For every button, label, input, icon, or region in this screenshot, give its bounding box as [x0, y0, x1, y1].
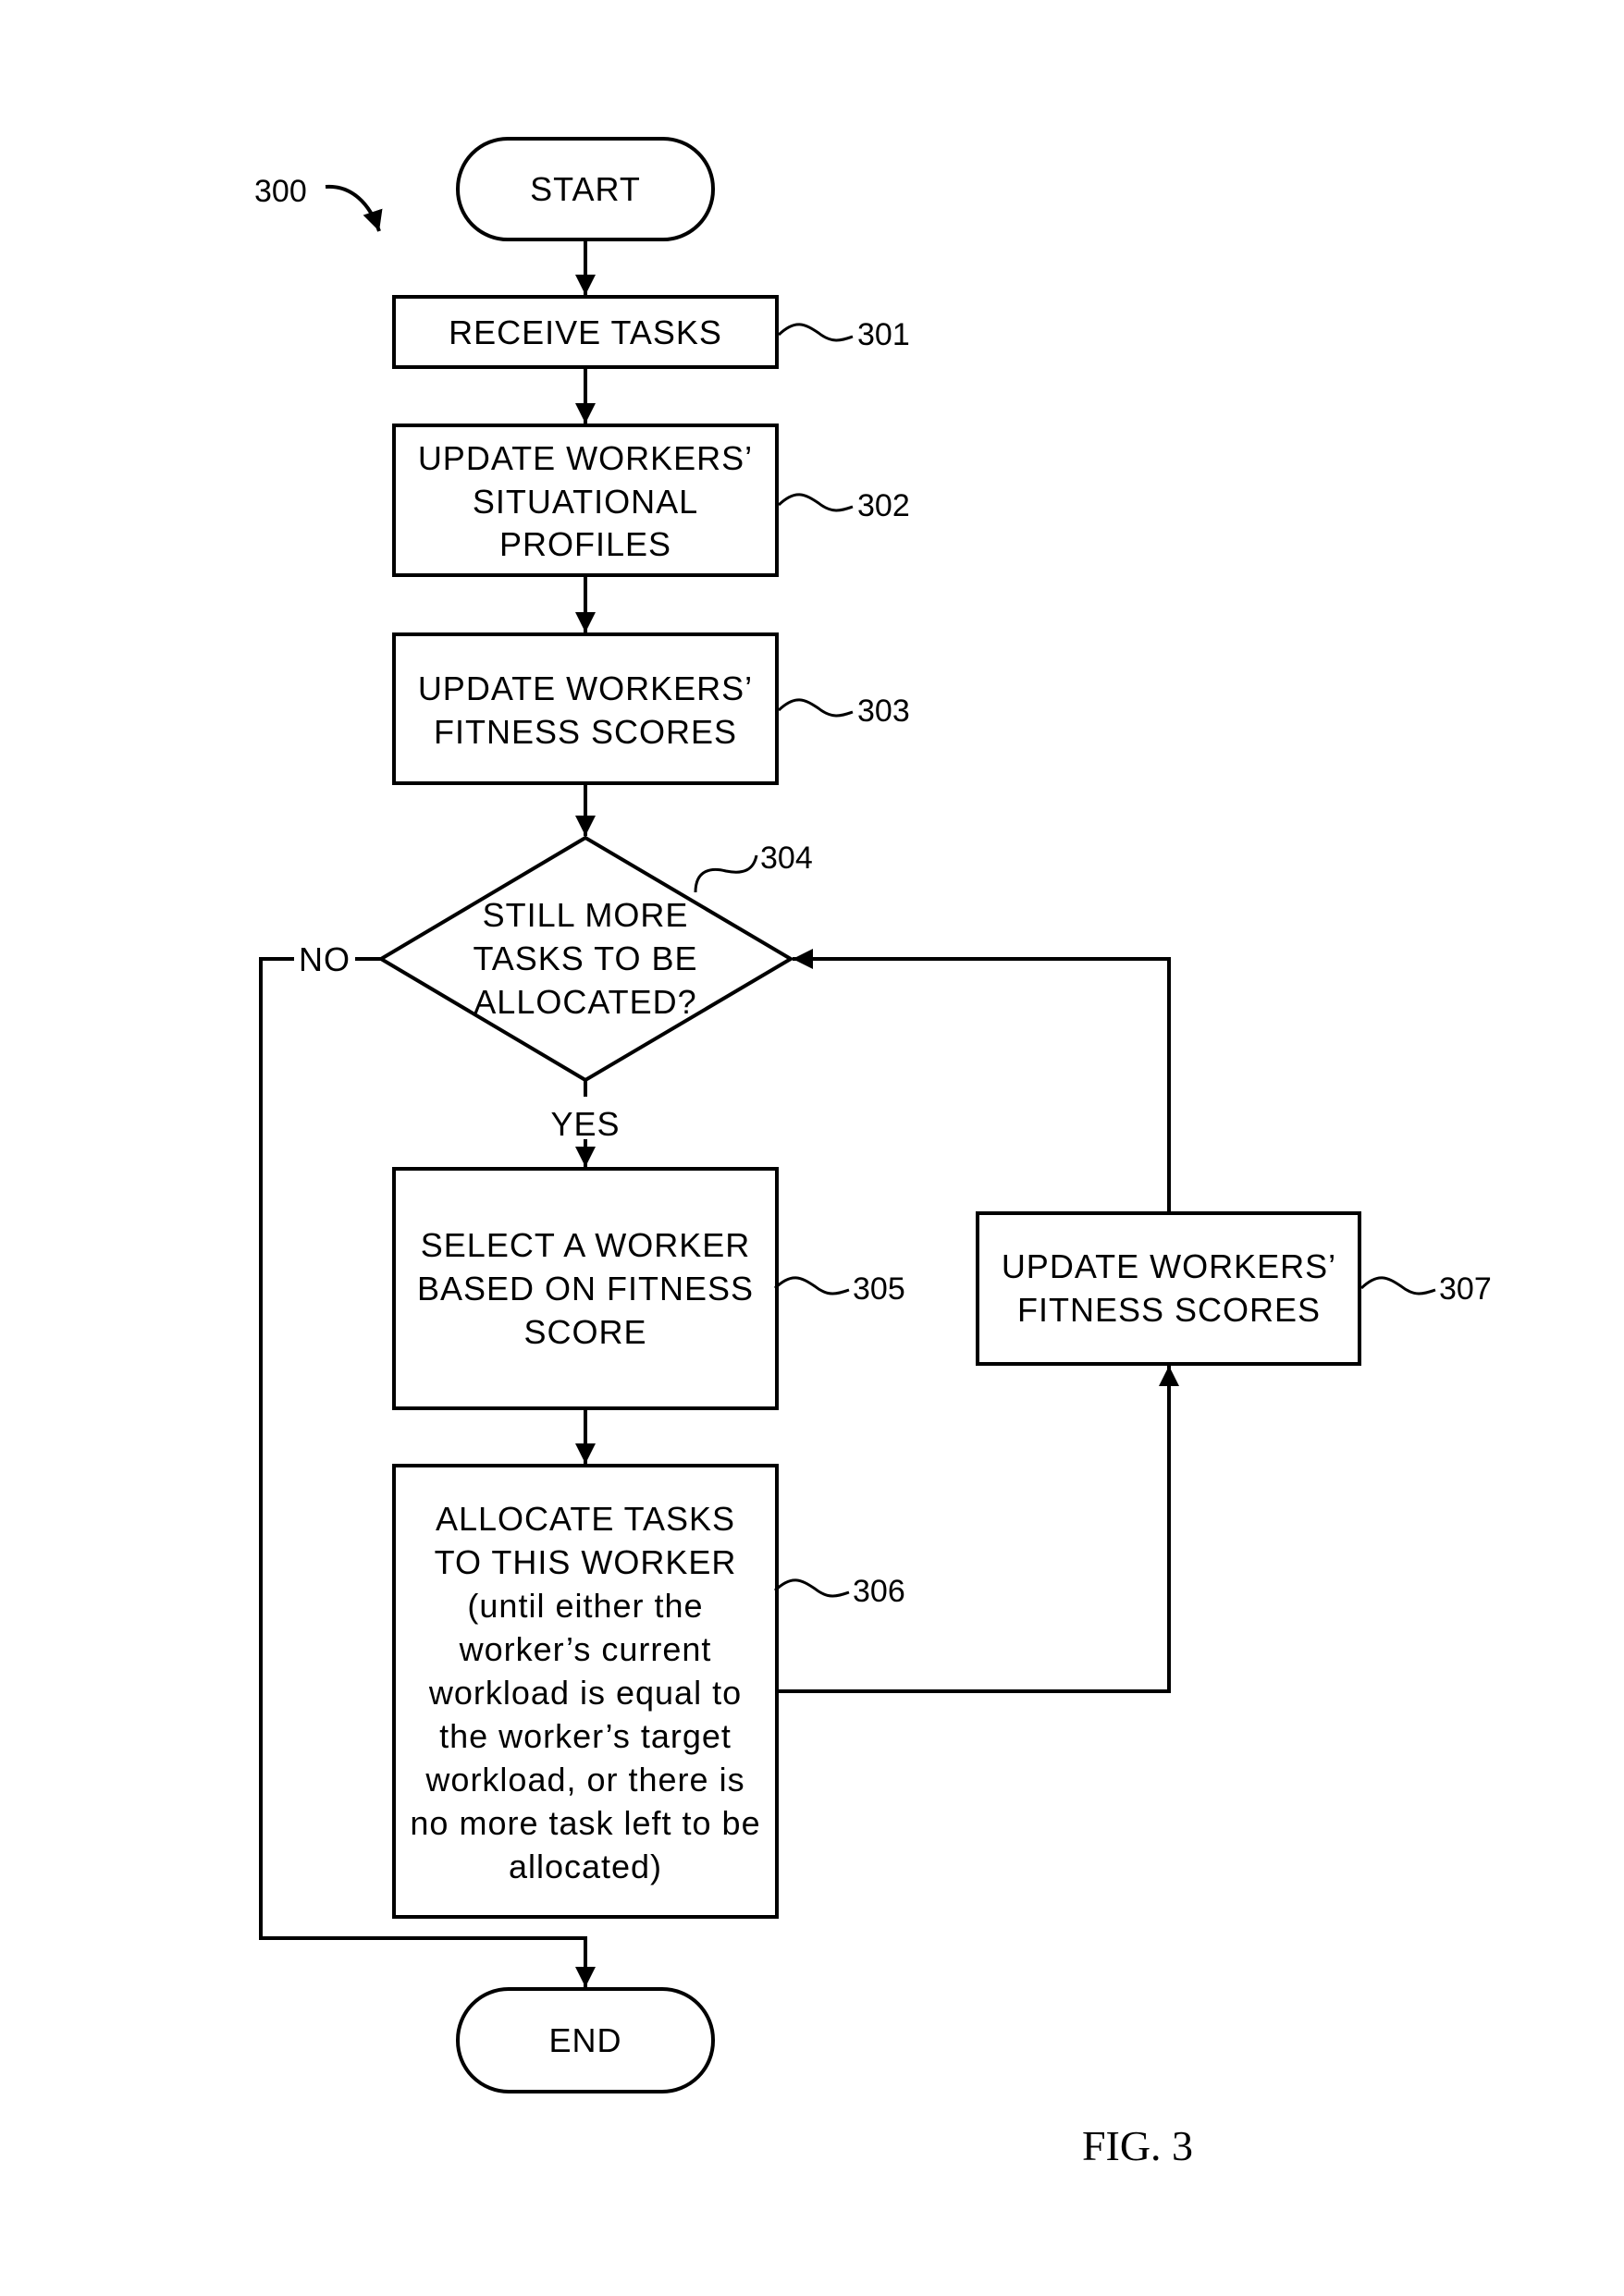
- leader-302-icon: [777, 493, 854, 512]
- ref-303: 303: [857, 694, 910, 729]
- no-label: NO: [299, 940, 351, 978]
- leader-301-icon: [777, 323, 854, 342]
- step-305-line: BASED ON FITNESS: [417, 1270, 754, 1308]
- decision-304-line: STILL MORE: [483, 896, 689, 934]
- flowchart: 300 START RECEIVE TASKS 301 UPDATE WORKE…: [254, 137, 1492, 2169]
- step-306-line: TO THIS WORKER: [435, 1543, 737, 1581]
- step-306-line: worker’s current: [459, 1630, 712, 1668]
- step-306-line: the worker’s target: [439, 1717, 732, 1755]
- yes-label: YES: [550, 1105, 620, 1143]
- start-label: START: [530, 170, 641, 208]
- leader-306-icon: [773, 1578, 850, 1598]
- step-306-line: ALLOCATE TASKS: [436, 1500, 735, 1538]
- step-307-line: FITNESS SCORES: [1017, 1291, 1321, 1329]
- step-302-line: UPDATE WORKERS’: [418, 439, 753, 477]
- step-305-line: SCORE: [523, 1313, 646, 1351]
- ref-307: 307: [1439, 1271, 1492, 1307]
- step-306-line: workload, or there is: [424, 1761, 744, 1799]
- decision-304-line: ALLOCATED?: [474, 983, 696, 1021]
- step-301-line: RECEIVE TASKS: [449, 313, 722, 351]
- step-303-line: FITNESS SCORES: [434, 713, 737, 751]
- step-307-line: UPDATE WORKERS’: [1002, 1247, 1336, 1285]
- step-305-line: SELECT A WORKER: [421, 1226, 750, 1264]
- figure-reference-300: 300: [254, 174, 307, 209]
- figure-caption: FIG. 3: [1082, 2122, 1193, 2169]
- leader-304-icon: [694, 854, 758, 893]
- arrow-306-to-307: [777, 1366, 1179, 1693]
- end-label: END: [548, 2021, 621, 2059]
- step-302-line: PROFILES: [499, 525, 671, 563]
- step-306-line: allocated): [509, 1848, 662, 1885]
- step-302-line: SITUATIONAL: [473, 483, 698, 521]
- step-306-line: workload is equal to: [428, 1674, 742, 1712]
- decision-304-more-tasks: STILL MORE TASKS TO BE ALLOCATED?: [377, 835, 794, 1083]
- ref-301: 301: [857, 317, 910, 352]
- step-302-update-situational-profiles: UPDATE WORKERS’ SITUATIONAL PROFILES: [392, 424, 779, 577]
- step-303-line: UPDATE WORKERS’: [418, 669, 753, 707]
- step-307-update-fitness-scores: UPDATE WORKERS’ FITNESS SCORES: [976, 1211, 1361, 1366]
- leader-303-icon: [777, 698, 854, 718]
- step-306-line: no more task left to be: [410, 1804, 760, 1842]
- start-terminal: START: [456, 137, 715, 241]
- ref-306: 306: [853, 1574, 905, 1609]
- end-terminal: END: [456, 1987, 715, 2093]
- step-305-select-worker: SELECT A WORKER BASED ON FITNESS SCORE: [392, 1167, 779, 1410]
- leader-305-icon: [773, 1276, 850, 1295]
- ref-304: 304: [760, 841, 813, 876]
- ref-302: 302: [857, 488, 910, 523]
- step-306-line: (until either the: [467, 1587, 703, 1625]
- leader-307-icon: [1359, 1276, 1436, 1295]
- step-303-update-fitness-scores: UPDATE WORKERS’ FITNESS SCORES: [392, 632, 779, 785]
- arrow-307-to-304: [793, 949, 1171, 1213]
- decision-304-line: TASKS TO BE: [473, 939, 697, 977]
- ref-305: 305: [853, 1271, 905, 1307]
- reference-arrow-icon: [325, 184, 383, 232]
- step-306-allocate-tasks: ALLOCATE TASKS TO THIS WORKER (until eit…: [392, 1464, 779, 1919]
- step-301-receive-tasks: RECEIVE TASKS: [392, 295, 779, 369]
